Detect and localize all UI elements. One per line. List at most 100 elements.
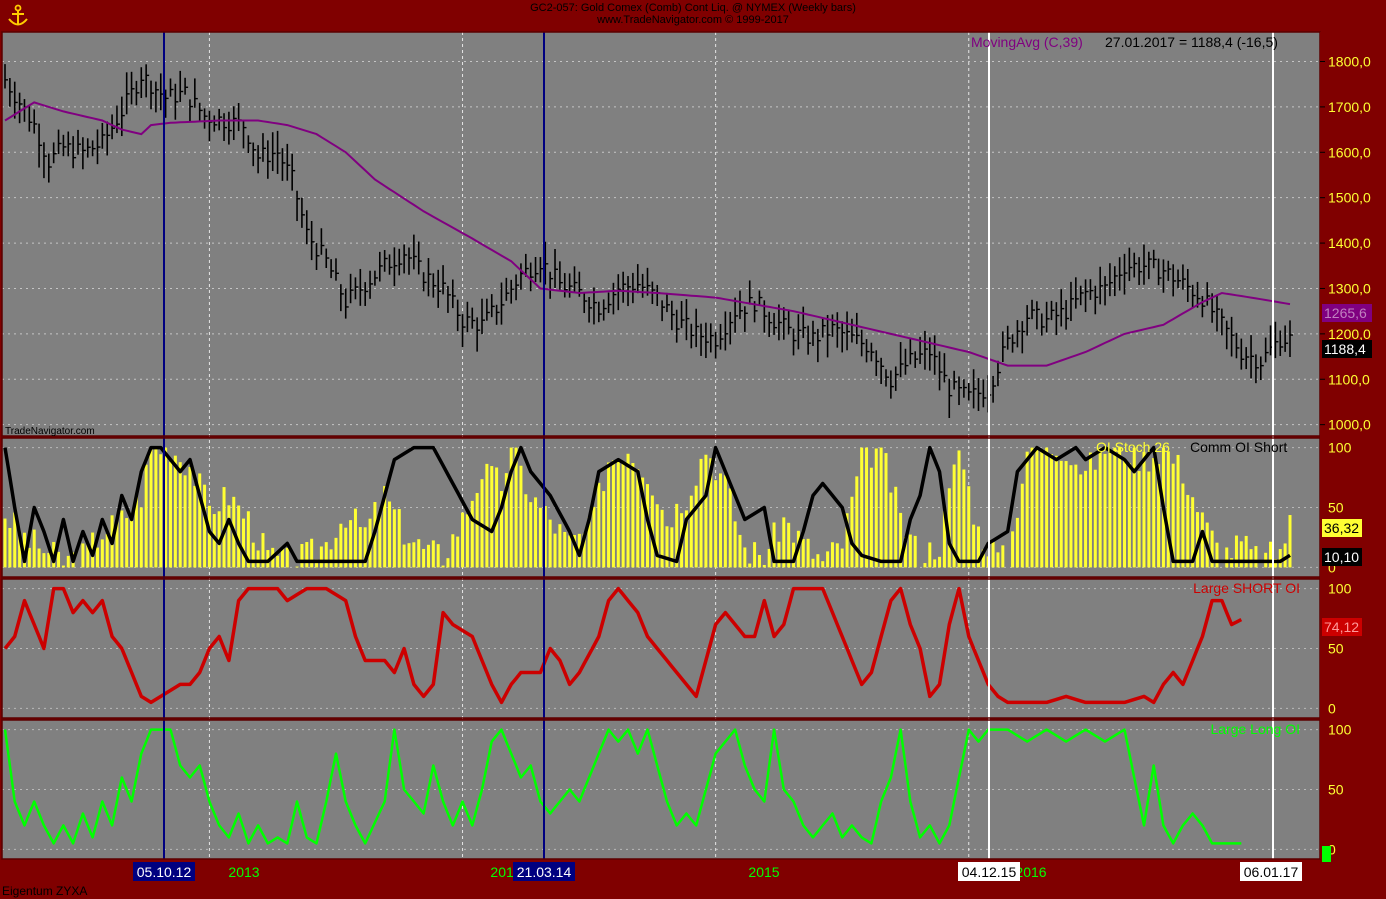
last-close-label: 1188,4 — [1324, 341, 1366, 357]
oi-stoch-legend: OI Stoch 26 — [1096, 439, 1170, 455]
price-axis-tick-label: 1500,0 — [1328, 190, 1371, 206]
oi-stoch-bar — [616, 459, 620, 568]
oi-stoch-bar — [1059, 460, 1063, 568]
oi-stoch-bar — [1269, 541, 1273, 568]
date-marker-label: 05.10.12 — [137, 864, 192, 880]
oi-stoch-bar — [626, 453, 630, 568]
oi-stoch-bar — [451, 534, 455, 568]
large-short-legend: Large SHORT OI — [1193, 580, 1300, 596]
oi-stoch-bar — [996, 552, 1000, 568]
oi-stoch-bar — [1142, 451, 1146, 568]
oi-stoch-bar — [1040, 449, 1044, 568]
x-axis-year-label: 2016 — [1015, 864, 1046, 880]
large-long-value-box — [1322, 846, 1331, 862]
oi-stoch-bar — [1015, 517, 1019, 568]
oi-stoch-bar — [607, 462, 611, 568]
oi-stoch-bar — [913, 535, 917, 568]
oi-stoch-bar — [762, 564, 766, 568]
oi-stoch-bar — [1084, 470, 1088, 568]
oi-stoch-bar — [1152, 457, 1156, 568]
oi-stoch-bar — [1239, 541, 1243, 568]
oi-stoch-bar — [1118, 447, 1122, 568]
oi-stoch-bar — [178, 462, 182, 568]
price-axis-tick-label: 1400,0 — [1328, 235, 1371, 251]
oi-stoch-bar — [57, 551, 61, 568]
comm-oi-short-legend: Comm OI Short — [1190, 439, 1287, 455]
oi-stoch-bar — [1098, 447, 1102, 568]
oi-stoch-bar — [402, 544, 406, 568]
oi-stoch-bar — [1132, 447, 1136, 568]
oi-stoch-bar — [1215, 542, 1219, 568]
oi-stoch-bar — [300, 543, 304, 568]
oi-stoch-bar — [37, 548, 41, 568]
oi-stoch-bar — [1045, 447, 1049, 568]
oi-stoch-bar — [485, 463, 489, 568]
oi-stoch-bar — [149, 447, 153, 568]
price-legend-value: 27.01.2017 = 1188,4 (-16,5) — [1105, 34, 1278, 50]
oi-stoch-bar — [1088, 452, 1092, 568]
oi-stoch-bar — [889, 492, 893, 568]
oi-stoch-value-label: 36,32 — [1324, 520, 1359, 536]
oi-stoch-bar — [962, 469, 966, 568]
oi-stoch-bar — [1064, 461, 1068, 568]
oi-stoch-bar — [1176, 454, 1180, 568]
price-axis-tick-label: 1700,0 — [1328, 99, 1371, 115]
oi-stoch-bar — [203, 484, 207, 568]
oi-stoch-bar — [991, 541, 995, 568]
oi-stoch-bar — [285, 547, 289, 568]
oi-stoch-bar — [733, 521, 737, 568]
oi-stoch-bar — [850, 496, 854, 568]
oi-stoch-bar — [251, 542, 255, 568]
oi-stoch-bar — [1123, 458, 1127, 568]
oi-stoch-bar — [431, 540, 435, 568]
oi-stoch-bar — [441, 565, 445, 568]
oi-stoch-bar — [1025, 451, 1029, 568]
large-short-value-label: 74,12 — [1324, 619, 1359, 635]
oi-stoch-bar — [1069, 465, 1073, 568]
chart-canvas: 1800,0 1700,0 1600,0 1500,0 1400,0 1300,0 1200… — [1, 31, 1386, 898]
oi-stoch-bar — [1001, 545, 1005, 568]
oi-stoch-bar — [1020, 483, 1024, 568]
oi-stoch-bar — [1074, 464, 1078, 568]
x-axis-year-label: 2013 — [228, 864, 259, 880]
oi-stoch-bar — [1278, 549, 1282, 568]
oi-stoch-bar — [1079, 474, 1083, 568]
oi-stoch-bar — [738, 534, 742, 568]
oi-stoch-bar — [276, 555, 280, 568]
oi-stoch-bar — [602, 491, 606, 568]
oi-stoch-bar — [256, 550, 260, 568]
oi-stoch-bar — [95, 547, 99, 568]
oi-stoch-bar — [1108, 452, 1112, 568]
oi-stoch-bar — [120, 510, 124, 568]
oi-stoch-bar — [144, 464, 148, 568]
oi-stoch-bar — [1103, 453, 1107, 568]
oi-stoch-bar — [821, 561, 825, 568]
oi-stoch-bar — [884, 453, 888, 568]
oi-stoch-bar — [324, 542, 328, 568]
oi-stoch-bar — [631, 463, 635, 568]
oi-stoch-bar — [757, 554, 761, 568]
oi-stoch-bar — [227, 505, 231, 568]
price-axis-tick-label: 1200,0 — [1328, 326, 1371, 342]
oi-stoch-bar — [563, 531, 567, 568]
oi-stoch-bar — [1137, 471, 1141, 568]
oi-stoch-bar — [329, 549, 333, 568]
price-axis-tick-label: 1800,0 — [1328, 54, 1371, 70]
oi-stoch-bar — [811, 558, 815, 568]
oi-stoch-bar — [193, 485, 197, 568]
oi-stoch-bar — [32, 529, 36, 568]
oi-stoch-bar — [723, 475, 727, 568]
oi-stoch-bar — [597, 482, 601, 568]
oi-stoch-bar — [295, 566, 299, 568]
oi-stoch-bar — [305, 542, 309, 568]
oi-stoch-bar — [3, 518, 7, 568]
oi-stoch-bar — [908, 534, 912, 568]
osc-axis-tick-label: 100 — [1328, 581, 1352, 597]
oi-stoch-bar — [490, 466, 494, 568]
oi-stoch-bar — [426, 544, 430, 568]
oi-stoch-bar — [548, 519, 552, 568]
oi-stoch-bar — [446, 558, 450, 568]
large-long-legend: Large Long OI — [1210, 721, 1300, 737]
pane-background — [2, 579, 1320, 718]
oi-stoch-bar — [923, 563, 927, 568]
